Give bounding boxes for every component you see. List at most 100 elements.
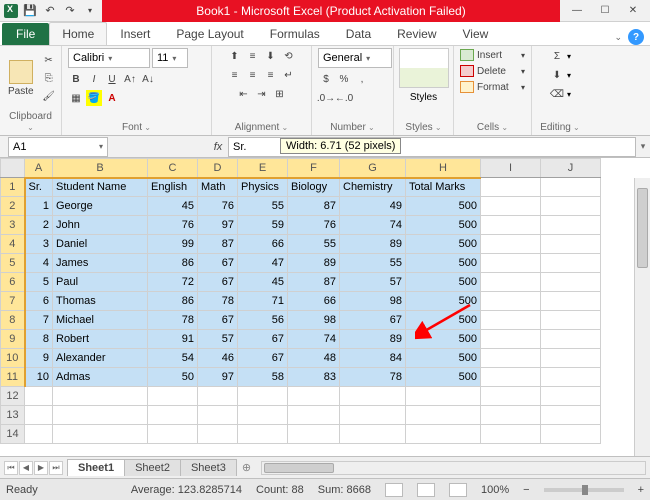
cell-D2[interactable]: 76 bbox=[198, 197, 238, 216]
cell-H1[interactable]: Total Marks bbox=[406, 178, 481, 197]
border-button[interactable]: ▦ bbox=[68, 90, 84, 106]
align-left-button[interactable]: ≡ bbox=[227, 67, 243, 83]
cell-I2[interactable] bbox=[481, 197, 541, 216]
cell-A10[interactable]: 9 bbox=[25, 349, 53, 368]
cell-G8[interactable]: 67 bbox=[340, 311, 406, 330]
cell-C10[interactable]: 54 bbox=[148, 349, 198, 368]
cell-I8[interactable] bbox=[481, 311, 541, 330]
row-header-6[interactable]: 6 bbox=[1, 273, 25, 292]
cell-A8[interactable]: 7 bbox=[25, 311, 53, 330]
cell-J4[interactable] bbox=[541, 235, 601, 254]
ribbon-minimize-icon[interactable]: ⌄ bbox=[614, 32, 622, 43]
font-family-combo[interactable]: Calibri▾ bbox=[68, 48, 150, 68]
cell-F2[interactable]: 87 bbox=[288, 197, 340, 216]
comma-button[interactable]: , bbox=[354, 71, 370, 87]
cell-D1[interactable]: Math bbox=[198, 178, 238, 197]
cell-E13[interactable] bbox=[238, 406, 288, 425]
cell-B6[interactable]: Paul bbox=[53, 273, 148, 292]
cell-E10[interactable]: 67 bbox=[238, 349, 288, 368]
cell-D3[interactable]: 97 bbox=[198, 216, 238, 235]
sheet-tab-sheet2[interactable]: Sheet2 bbox=[124, 459, 181, 476]
cell-C12[interactable] bbox=[148, 387, 198, 406]
cell-E9[interactable]: 67 bbox=[238, 330, 288, 349]
col-header-J[interactable]: J bbox=[541, 159, 601, 178]
cell-H7[interactable]: 500 bbox=[406, 292, 481, 311]
tab-formulas[interactable]: Formulas bbox=[257, 22, 333, 45]
cell-B2[interactable]: George bbox=[53, 197, 148, 216]
cell-E2[interactable]: 55 bbox=[238, 197, 288, 216]
cell-D7[interactable]: 78 bbox=[198, 292, 238, 311]
decrease-indent-button[interactable]: ⇤ bbox=[236, 86, 252, 102]
fill-color-button[interactable]: 🪣 bbox=[86, 90, 102, 106]
cell-B7[interactable]: Thomas bbox=[53, 292, 148, 311]
sheet-nav-prev[interactable]: ◀ bbox=[19, 461, 33, 475]
cell-I9[interactable] bbox=[481, 330, 541, 349]
delete-cells-button[interactable]: Delete▾ bbox=[460, 64, 525, 78]
cell-A1[interactable]: Sr. bbox=[25, 178, 53, 197]
increase-indent-button[interactable]: ⇥ bbox=[254, 86, 270, 102]
decrease-decimal-button[interactable]: ←.0 bbox=[336, 90, 352, 106]
align-bottom-button[interactable]: ⬇ bbox=[263, 48, 279, 64]
increase-font-button[interactable]: A↑ bbox=[122, 71, 138, 87]
cell-C7[interactable]: 86 bbox=[148, 292, 198, 311]
cell-H12[interactable] bbox=[406, 387, 481, 406]
cell-J11[interactable] bbox=[541, 368, 601, 387]
col-header-H[interactable]: H bbox=[406, 159, 481, 178]
cut-button[interactable]: ✂ bbox=[40, 53, 58, 69]
select-all-corner[interactable] bbox=[1, 159, 25, 178]
row-header-5[interactable]: 5 bbox=[1, 254, 25, 273]
cell-B10[interactable]: Alexander bbox=[53, 349, 148, 368]
cell-D11[interactable]: 97 bbox=[198, 368, 238, 387]
underline-button[interactable]: U bbox=[104, 71, 120, 87]
tab-page-layout[interactable]: Page Layout bbox=[163, 22, 256, 45]
tab-home[interactable]: Home bbox=[49, 22, 107, 45]
row-header-4[interactable]: 4 bbox=[1, 235, 25, 254]
tab-data[interactable]: Data bbox=[333, 22, 384, 45]
view-pagebreak-button[interactable] bbox=[449, 483, 467, 497]
row-header-12[interactable]: 12 bbox=[1, 387, 25, 406]
cell-I1[interactable] bbox=[481, 178, 541, 197]
cell-C1[interactable]: English bbox=[148, 178, 198, 197]
merge-button[interactable]: ⊞ bbox=[272, 86, 288, 102]
cell-C3[interactable]: 76 bbox=[148, 216, 198, 235]
fill-button[interactable]: ⬇ bbox=[549, 67, 565, 83]
zoom-in-button[interactable]: + bbox=[638, 484, 644, 496]
cell-F5[interactable]: 89 bbox=[288, 254, 340, 273]
cell-B14[interactable] bbox=[53, 425, 148, 444]
cell-I12[interactable] bbox=[481, 387, 541, 406]
bold-button[interactable]: B bbox=[68, 71, 84, 87]
cell-I3[interactable] bbox=[481, 216, 541, 235]
cell-H5[interactable]: 500 bbox=[406, 254, 481, 273]
row-header-2[interactable]: 2 bbox=[1, 197, 25, 216]
zoom-slider[interactable] bbox=[544, 488, 624, 492]
cell-H4[interactable]: 500 bbox=[406, 235, 481, 254]
row-header-13[interactable]: 13 bbox=[1, 406, 25, 425]
cell-G12[interactable] bbox=[340, 387, 406, 406]
cell-H8[interactable]: 500 bbox=[406, 311, 481, 330]
cell-J14[interactable] bbox=[541, 425, 601, 444]
cell-B1[interactable]: Student Name bbox=[53, 178, 148, 197]
hscroll-thumb[interactable] bbox=[264, 463, 334, 473]
cell-J5[interactable] bbox=[541, 254, 601, 273]
sheet-tab-sheet1[interactable]: Sheet1 bbox=[67, 459, 125, 476]
cell-A6[interactable]: 5 bbox=[25, 273, 53, 292]
col-header-C[interactable]: C bbox=[148, 159, 198, 178]
cell-B11[interactable]: Admas bbox=[53, 368, 148, 387]
cell-G1[interactable]: Chemistry bbox=[340, 178, 406, 197]
cell-H11[interactable]: 500 bbox=[406, 368, 481, 387]
cell-J8[interactable] bbox=[541, 311, 601, 330]
align-center-button[interactable]: ≡ bbox=[245, 67, 261, 83]
save-button[interactable]: 💾 bbox=[22, 3, 38, 19]
cell-E1[interactable]: Physics bbox=[238, 178, 288, 197]
cell-A14[interactable] bbox=[25, 425, 53, 444]
col-header-I[interactable]: I bbox=[481, 159, 541, 178]
cell-E11[interactable]: 58 bbox=[238, 368, 288, 387]
minimize-button[interactable]: — bbox=[564, 2, 590, 20]
cell-H13[interactable] bbox=[406, 406, 481, 425]
cell-G13[interactable] bbox=[340, 406, 406, 425]
cell-F3[interactable]: 76 bbox=[288, 216, 340, 235]
cell-A13[interactable] bbox=[25, 406, 53, 425]
cell-J12[interactable] bbox=[541, 387, 601, 406]
cell-A3[interactable]: 2 bbox=[25, 216, 53, 235]
cell-B8[interactable]: Michael bbox=[53, 311, 148, 330]
